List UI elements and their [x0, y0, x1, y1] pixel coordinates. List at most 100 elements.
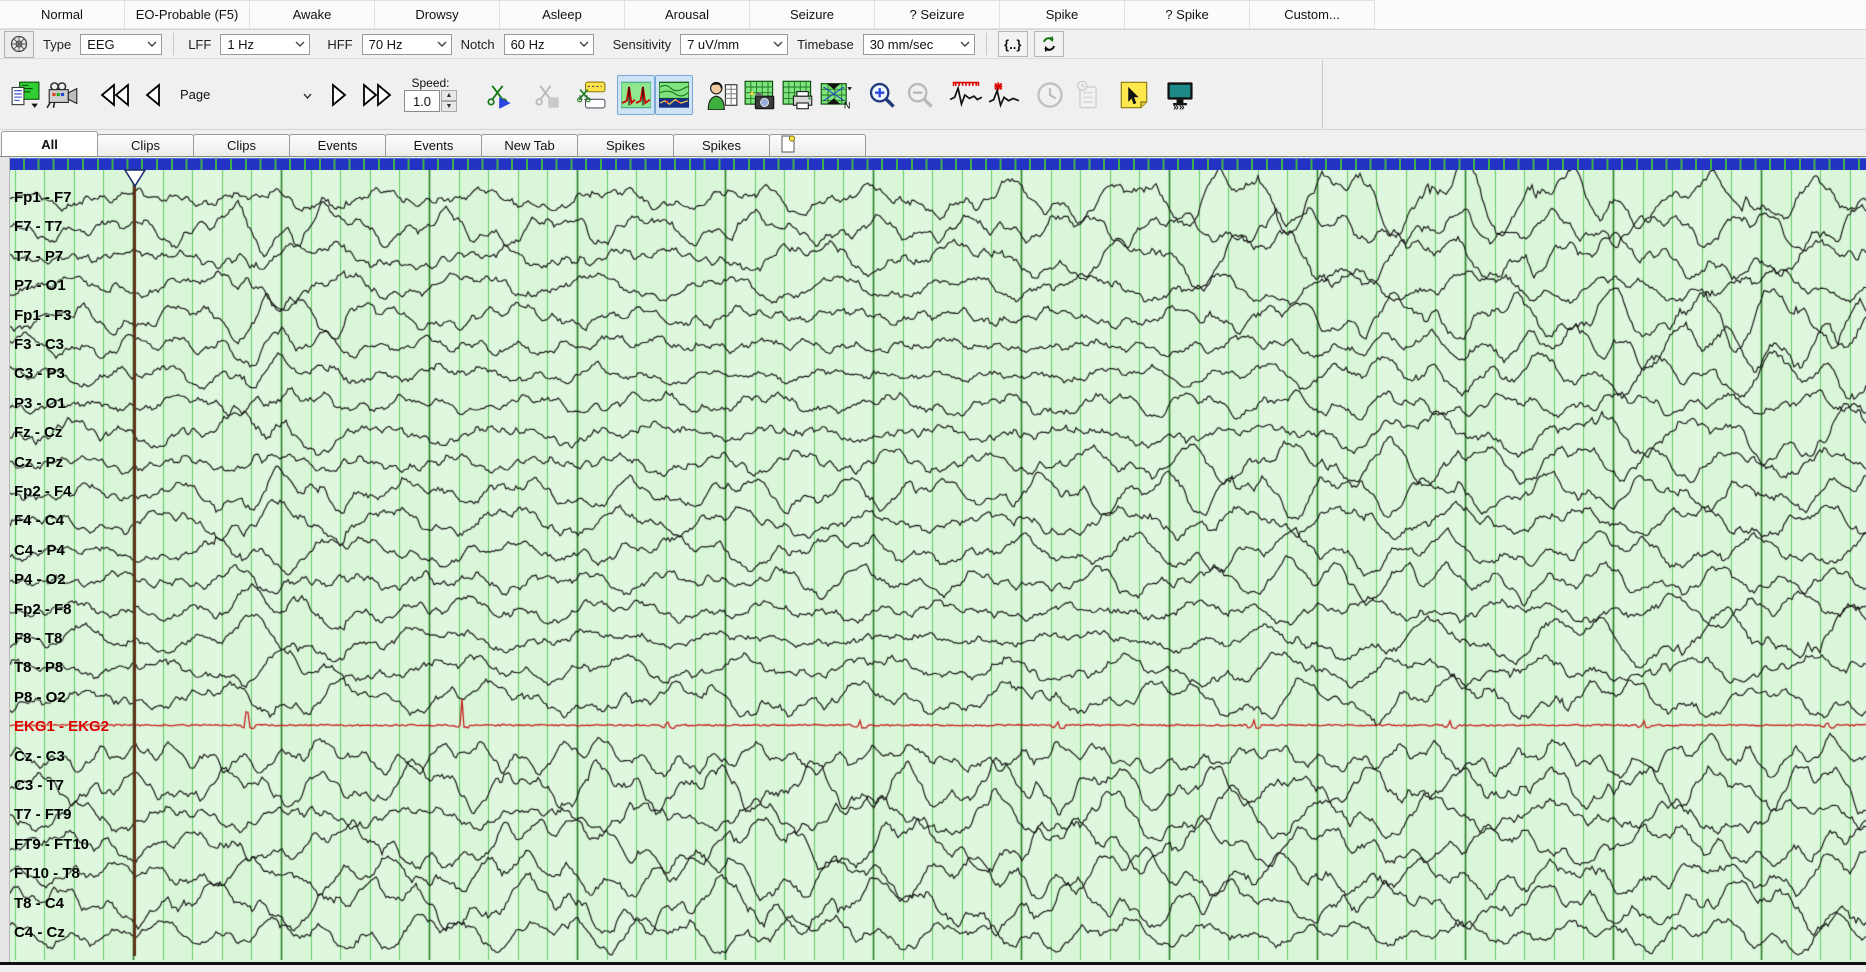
- position-marker-icon[interactable]: [124, 169, 146, 187]
- eeg-waveform-canvas[interactable]: [10, 170, 1866, 960]
- classify-button-custom[interactable]: Custom...: [1249, 0, 1375, 29]
- trend-view-icon[interactable]: [655, 75, 693, 115]
- separator: [173, 33, 174, 55]
- chevron-down-icon: [579, 41, 589, 47]
- tab-clips[interactable]: Clips: [97, 134, 194, 156]
- notch-select[interactable]: 60 Hz: [504, 34, 594, 55]
- lff-label: LFF: [185, 37, 214, 52]
- page-back-icon[interactable]: [134, 75, 172, 115]
- classify-button-asleep[interactable]: Asleep: [499, 0, 625, 29]
- video-camera-icon[interactable]: [44, 75, 82, 115]
- chevron-down-icon: [147, 41, 157, 47]
- channel-label-f7-t7[interactable]: F7 - T7: [14, 218, 62, 235]
- channel-label-c3-p3[interactable]: C3 - P3: [14, 365, 65, 382]
- tab-events[interactable]: Events: [385, 134, 482, 156]
- channel-label-t7-ft9[interactable]: T7 - FT9: [14, 806, 72, 823]
- channel-label-f8-t8[interactable]: F8 - T8: [14, 630, 62, 647]
- channel-label-c4-cz[interactable]: C4 - Cz: [14, 924, 65, 941]
- clock-icon[interactable]: [1031, 75, 1069, 115]
- channel-label-cz-pz[interactable]: Cz - Pz: [14, 454, 63, 471]
- montage-reformat-icon[interactable]: N: [817, 75, 855, 115]
- channel-label-fp1-f3[interactable]: Fp1 - F3: [14, 307, 72, 324]
- zoom-in-icon[interactable]: [863, 75, 901, 115]
- tab-spikes[interactable]: Spikes: [577, 134, 674, 156]
- channel-label-p7-o1[interactable]: P7 - O1: [14, 277, 66, 294]
- classify-button-normal[interactable]: Normal: [0, 0, 125, 29]
- channel-label-fz-cz[interactable]: Fz - Cz: [14, 424, 62, 441]
- snapshot-icon[interactable]: [741, 75, 779, 115]
- channel-label-p8-o2[interactable]: P8 - O2: [14, 689, 66, 706]
- lff-select[interactable]: 1 Hz: [220, 34, 310, 55]
- channel-label-cz-c3[interactable]: Cz - C3: [14, 748, 65, 765]
- classify-button-spike[interactable]: ? Spike: [1124, 0, 1250, 29]
- channel-label-fp1-f7[interactable]: Fp1 - F7: [14, 189, 72, 206]
- channel-label-fp2-f8[interactable]: Fp2 - F8: [14, 601, 72, 618]
- new-tab-page-icon: [780, 135, 796, 156]
- print-eeg-icon[interactable]: [779, 75, 817, 115]
- speed-up-button[interactable]: ▲: [441, 90, 457, 101]
- play-clip-icon[interactable]: [479, 75, 517, 115]
- mark-spike-icon[interactable]: [985, 75, 1023, 115]
- montage-tab-bar: AllClipsClipsEventsEventsNew TabSpikesSp…: [0, 130, 1866, 156]
- page-mode-select[interactable]: Page: [172, 83, 320, 107]
- speed-spinner: Speed:1.0▲▼: [404, 77, 457, 112]
- refresh-button[interactable]: [1034, 31, 1064, 57]
- hff-select[interactable]: 70 Hz: [362, 34, 452, 55]
- type-select[interactable]: EEG: [80, 34, 162, 55]
- new-tab-button[interactable]: [769, 134, 866, 156]
- tab-spikes[interactable]: Spikes: [673, 134, 770, 156]
- montage-head-icon[interactable]: [4, 31, 34, 58]
- filter-settings-toolbar: Type EEG LFF 1 Hz HFF 70 Hz Notch 60 Hz …: [0, 30, 1866, 59]
- tab-clips[interactable]: Clips: [193, 134, 290, 156]
- eeg-review-application: { "classify_bar": { "buttons": ["Normal"…: [0, 0, 1866, 972]
- tab-events[interactable]: Events: [289, 134, 386, 156]
- channel-label-p4-o2[interactable]: P4 - O2: [14, 571, 66, 588]
- event-list-icon[interactable]: [1069, 75, 1107, 115]
- channel-label-t8-c4[interactable]: T8 - C4: [14, 895, 64, 912]
- stop-clip-icon[interactable]: [527, 75, 565, 115]
- classify-button-drowsy[interactable]: Drowsy: [374, 0, 500, 29]
- cut-clip-icon[interactable]: [573, 75, 611, 115]
- timebase-label: Timebase: [794, 37, 857, 52]
- chevron-down-icon: [773, 41, 783, 47]
- channel-label-f3-c3[interactable]: F3 - C3: [14, 336, 64, 353]
- channel-label-ekg1-ekg2[interactable]: EKG1 - EKG2: [14, 718, 109, 735]
- timebase-select[interactable]: 30 mm/sec: [863, 34, 975, 55]
- timeline-bar[interactable]: [10, 158, 1866, 170]
- channel-label-ft9-ft10[interactable]: FT9 - FT10: [14, 836, 89, 853]
- page-forward-icon[interactable]: [320, 75, 358, 115]
- fast-rewind-icon[interactable]: [96, 75, 134, 115]
- montage-workspace-icon[interactable]: [6, 75, 44, 115]
- patient-info-icon[interactable]: [703, 75, 741, 115]
- chevron-down-icon: [437, 41, 447, 47]
- channel-label-fp2-f4[interactable]: Fp2 - F4: [14, 483, 72, 500]
- classify-button-seizure[interactable]: Seizure: [749, 0, 875, 29]
- channel-label-ft10-t8[interactable]: FT10 - T8: [14, 865, 80, 882]
- send-to-screen-icon[interactable]: »»: [1161, 75, 1199, 115]
- note-annotation-icon[interactable]: [1115, 75, 1153, 115]
- classify-button-eo-probable-f5[interactable]: EO-Probable (F5): [124, 0, 250, 29]
- classify-button-awake[interactable]: Awake: [249, 0, 375, 29]
- channel-label-t7-p7[interactable]: T7 - P7: [14, 248, 63, 265]
- classify-button-arousal[interactable]: Arousal: [624, 0, 750, 29]
- speed-down-button[interactable]: ▼: [441, 101, 457, 112]
- tab-new-tab[interactable]: New Tab: [481, 134, 578, 156]
- channel-label-c4-p4[interactable]: C4 - P4: [14, 542, 65, 559]
- channel-label-p3-o1[interactable]: P3 - O1: [14, 395, 66, 412]
- channel-label-f4-c4[interactable]: F4 - C4: [14, 512, 64, 529]
- chevron-down-icon: [303, 87, 312, 102]
- spike-detection-icon[interactable]: [617, 75, 655, 115]
- tab-all[interactable]: All: [1, 131, 98, 156]
- svg-text:»»: »»: [1173, 101, 1185, 109]
- channel-label-c3-t7[interactable]: C3 - T7: [14, 777, 64, 794]
- zoom-out-icon[interactable]: [901, 75, 939, 115]
- speed-value-field[interactable]: 1.0: [404, 90, 440, 112]
- braces-settings-button[interactable]: {..}: [998, 31, 1028, 57]
- channel-label-t8-p8[interactable]: T8 - P8: [14, 659, 63, 676]
- sensitivity-select[interactable]: 7 uV/mm: [680, 34, 788, 55]
- type-label: Type: [40, 37, 74, 52]
- classify-button-seizure[interactable]: ? Seizure: [874, 0, 1000, 29]
- mark-event-icon[interactable]: [947, 75, 985, 115]
- classify-button-spike[interactable]: Spike: [999, 0, 1125, 29]
- fast-forward-icon[interactable]: [358, 75, 396, 115]
